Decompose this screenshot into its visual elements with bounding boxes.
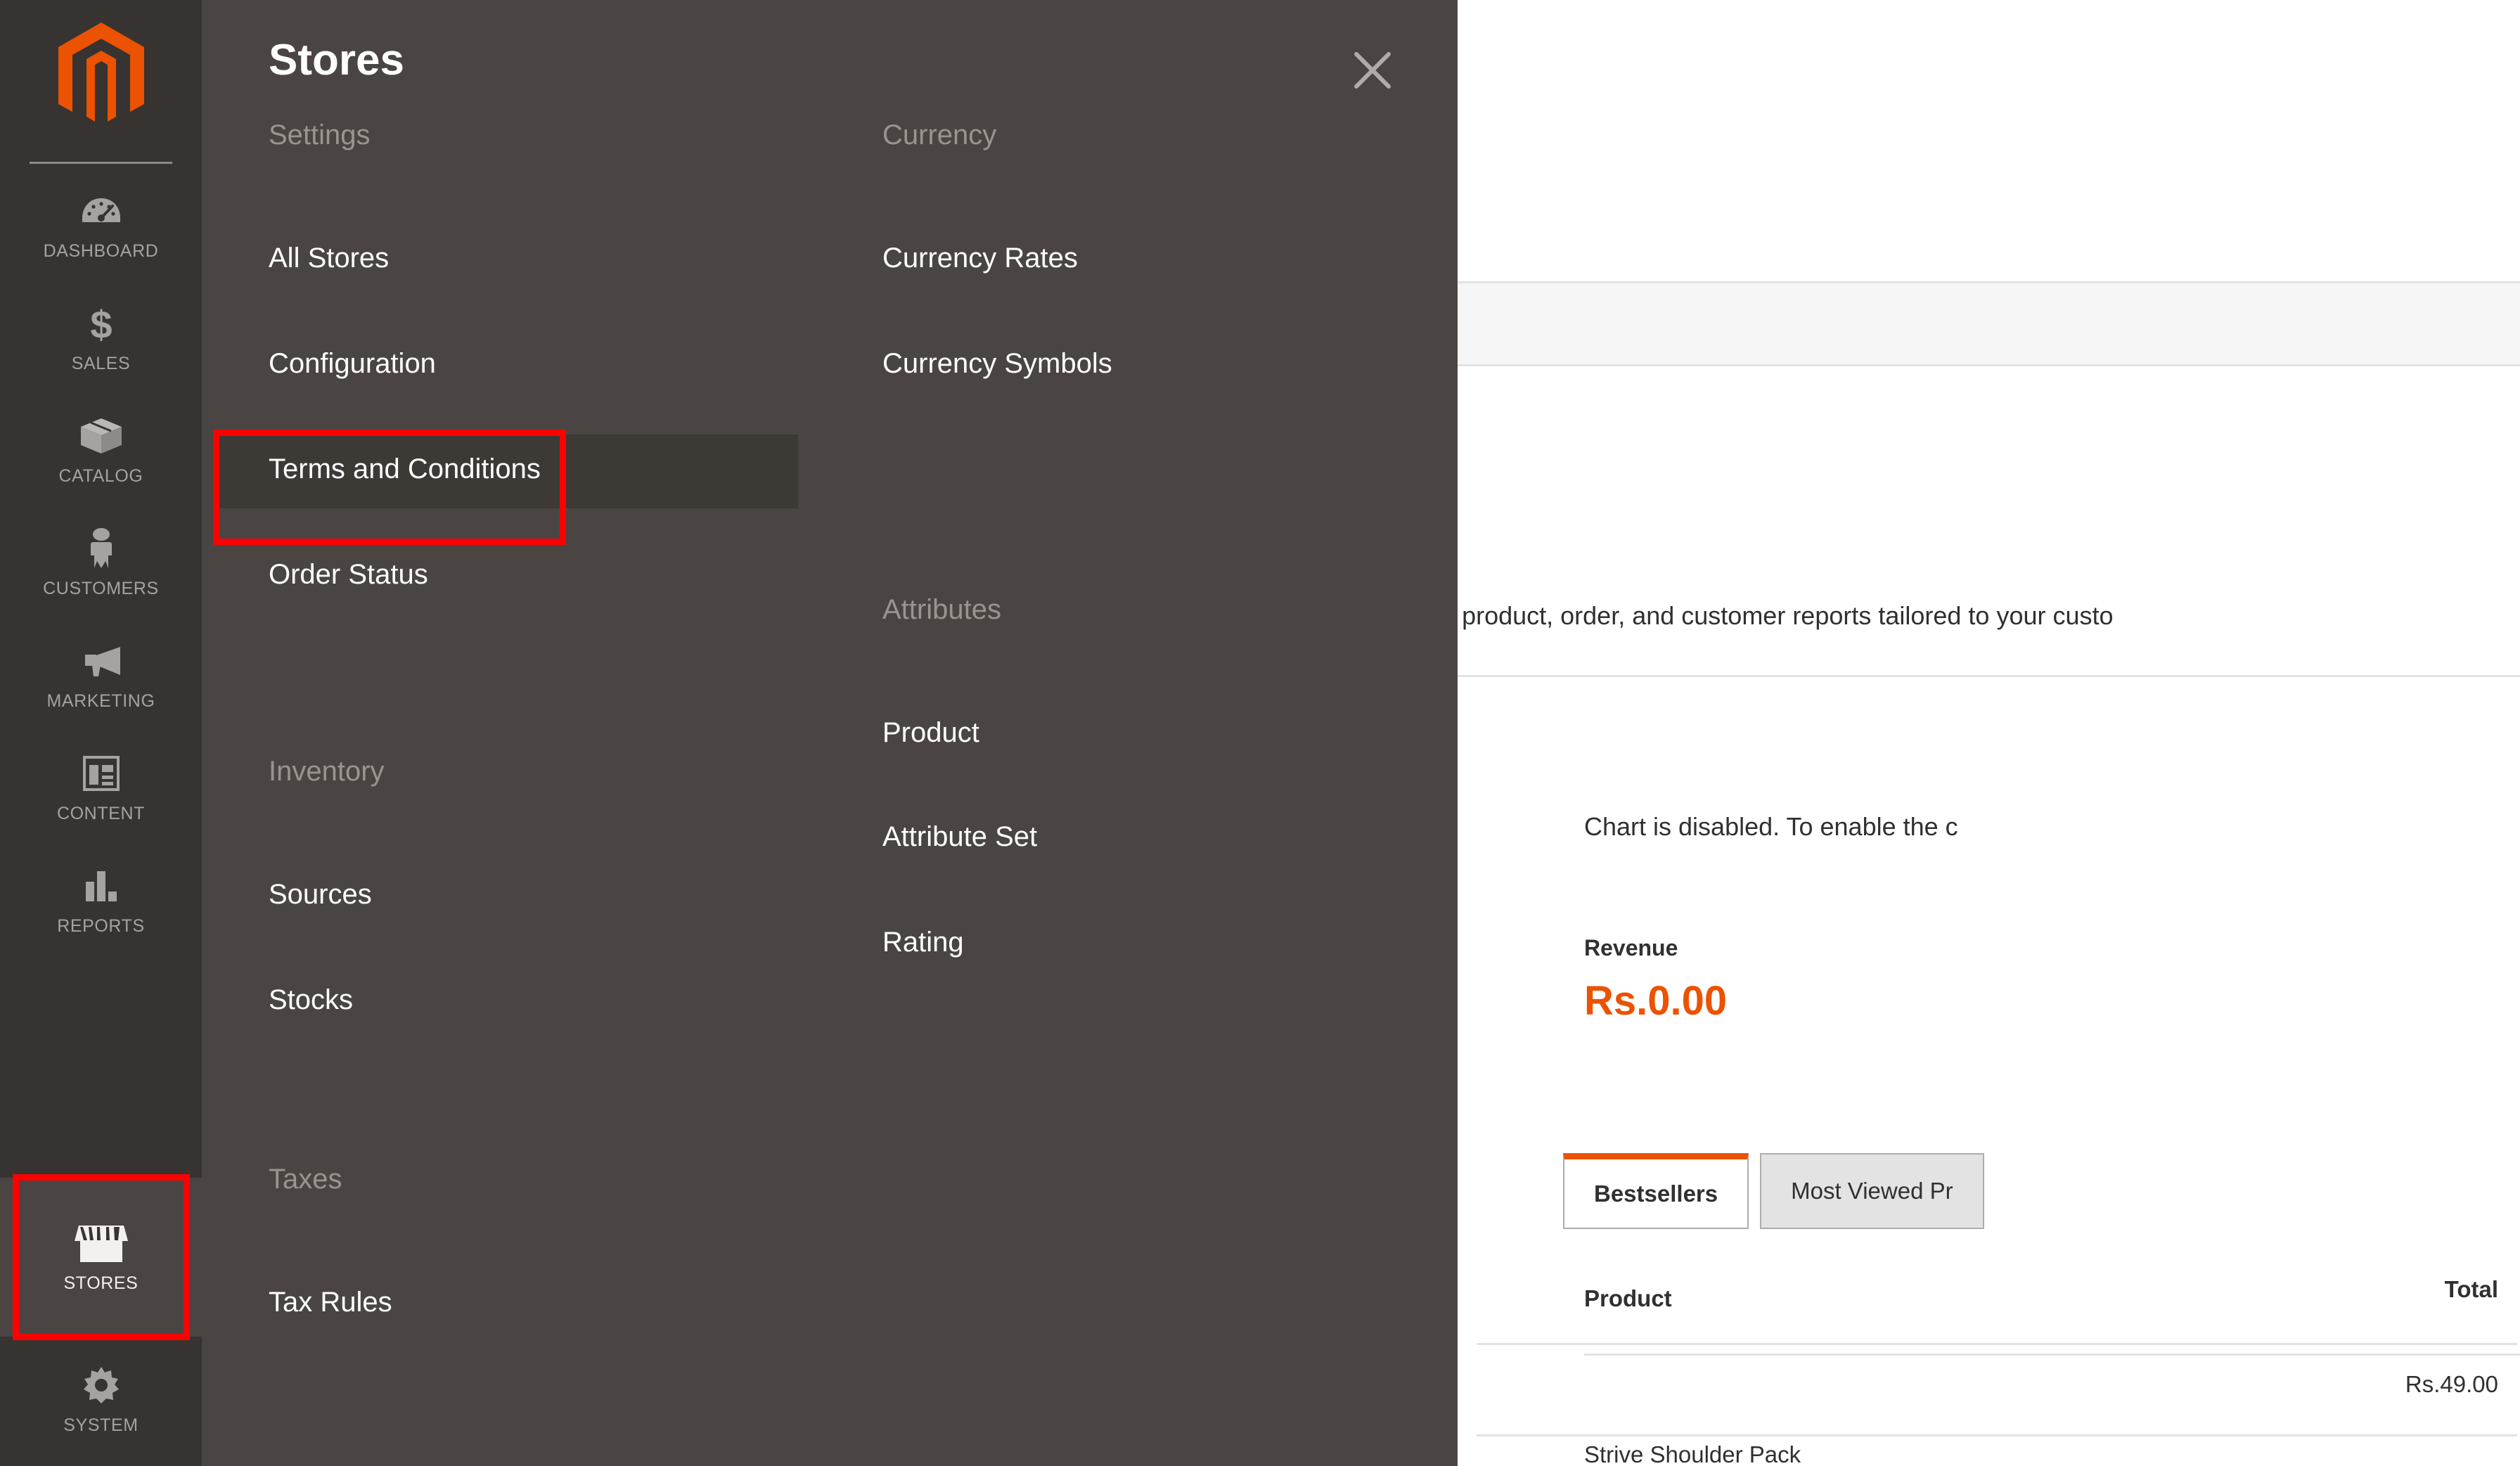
orders-totals-panel: Total Rs.49.00 (1458, 0, 2520, 1466)
sidebar-item-sales-label: SALES (71, 353, 131, 373)
sidebar-item-reports[interactable]: REPORTS (0, 844, 202, 956)
sidebar-item-stores[interactable]: STORES (0, 1178, 202, 1337)
menu-group-currency-title: Currency (882, 120, 997, 150)
menu-item-currency-symbols[interactable]: Currency Symbols (882, 348, 1112, 380)
sidebar-item-system-label: SYSTEM (63, 1415, 139, 1435)
sidebar-item-system[interactable]: SYSTEM (0, 1343, 202, 1455)
sidebar-item-customers-label: CUSTOMERS (43, 578, 159, 598)
sidebar-item-content[interactable]: CONTENT (0, 731, 202, 844)
total-divider-bottom (1477, 1434, 2517, 1436)
sidebar-item-sales[interactable]: $ SALES (0, 281, 202, 394)
menu-item-configuration[interactable]: Configuration (269, 348, 436, 380)
close-x-icon (1354, 52, 1391, 89)
menu-item-product[interactable]: Product (882, 717, 979, 749)
menu-item-attribute-set[interactable]: Attribute Set (882, 821, 1037, 853)
menu-item-order-status[interactable]: Order Status (269, 559, 428, 591)
sidebar-item-stores-label: STORES (63, 1273, 139, 1293)
menu-group-inventory-title: Inventory (269, 756, 385, 787)
sidebar-item-catalog-label: CATALOG (58, 465, 143, 486)
menu-group-taxes-title: Taxes (269, 1164, 342, 1195)
close-button[interactable] (1341, 39, 1404, 102)
layout-page-icon (82, 752, 120, 795)
storefront-awning-icon (74, 1221, 128, 1265)
sidebar-item-marketing[interactable]: MARKETING (0, 619, 202, 731)
menu-item-tax-rules[interactable]: Tax Rules (269, 1287, 392, 1318)
sidebar-item-dashboard-label: DASHBOARD (43, 240, 159, 261)
menu-item-rating[interactable]: Rating (882, 927, 964, 958)
total-value: Rs.49.00 (2405, 1371, 2498, 1397)
stores-menu-panel: Stores Settings All Stores Configuration… (202, 0, 1458, 1466)
person-icon (86, 527, 116, 570)
app-root: ur dynamic product, order, and customer … (0, 0, 2520, 1466)
sidebar-item-reports-label: REPORTS (57, 915, 145, 936)
gear-icon (82, 1363, 121, 1407)
bar-chart-icon (83, 864, 120, 908)
sidebar-item-content-label: CONTENT (56, 803, 146, 823)
total-column-header: Total (2444, 1276, 2498, 1302)
magento-logo[interactable] (0, 21, 202, 130)
menu-item-stocks[interactable]: Stocks (269, 984, 353, 1016)
dashboard-gauge-icon (81, 189, 122, 233)
total-divider-top (1477, 1343, 2517, 1345)
megaphone-icon (79, 639, 123, 683)
menu-item-sources[interactable]: Sources (269, 879, 372, 911)
menu-item-all-stores[interactable]: All Stores (269, 243, 389, 274)
dollar-sign-icon: $ (86, 302, 116, 345)
main-sidebar: DASHBOARD $ SALES CATALOG CUSTOMERS MARK… (0, 0, 202, 1466)
sidebar-item-catalog[interactable]: CATALOG (0, 394, 202, 506)
sidebar-divider (30, 162, 172, 164)
menu-item-currency-rates[interactable]: Currency Rates (882, 243, 1078, 274)
box-package-icon (79, 414, 123, 458)
sidebar-item-dashboard[interactable]: DASHBOARD (0, 169, 202, 281)
page-title: Stores (269, 36, 404, 84)
menu-group-settings-title: Settings (269, 120, 371, 150)
sidebar-item-marketing-label: MARKETING (46, 690, 155, 711)
menu-group-attributes-title: Attributes (882, 594, 1001, 625)
sidebar-item-customers[interactable]: CUSTOMERS (0, 506, 202, 619)
menu-item-terms-and-conditions[interactable]: Terms and Conditions (269, 454, 541, 485)
magento-logo-icon (58, 22, 144, 122)
svg-text:$: $ (90, 303, 112, 344)
